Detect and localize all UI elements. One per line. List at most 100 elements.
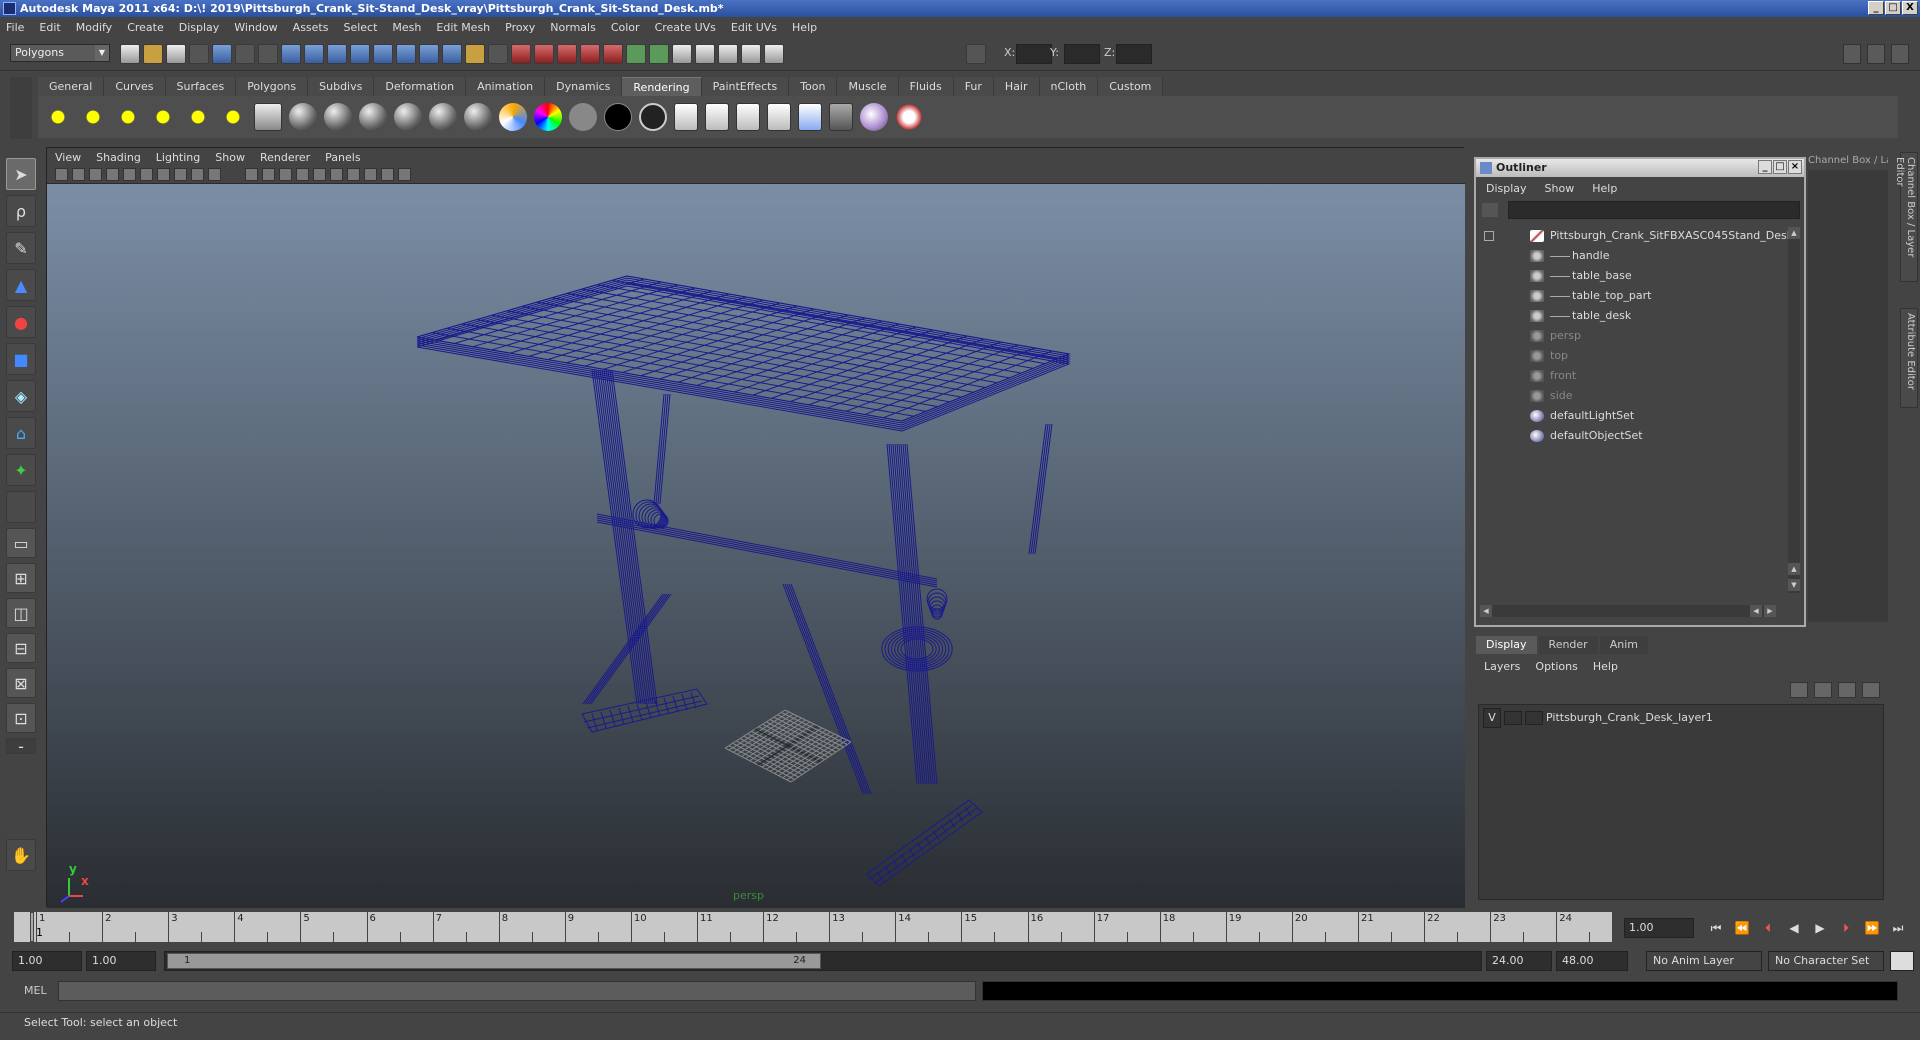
paint-brush-icon[interactable] bbox=[895, 103, 923, 131]
tab-channel-box[interactable]: Channel Box / Layer Editor bbox=[1894, 152, 1918, 282]
surface-mask-icon[interactable] bbox=[350, 44, 370, 64]
show-channel-box-icon[interactable] bbox=[1891, 44, 1909, 64]
anisotropic-icon[interactable] bbox=[464, 103, 492, 131]
select-tool-icon[interactable]: ➤ bbox=[6, 158, 36, 190]
step-back-frame-icon[interactable]: ⏴ bbox=[1758, 920, 1778, 936]
x-field[interactable] bbox=[1016, 44, 1052, 64]
menu-select[interactable]: Select bbox=[343, 21, 377, 34]
outliner-maximize-button[interactable]: □ bbox=[1773, 160, 1787, 174]
select-object-icon[interactable] bbox=[212, 44, 232, 64]
layered-shader-icon[interactable] bbox=[499, 103, 527, 131]
menu-edit[interactable]: Edit bbox=[39, 21, 60, 34]
desk-wireframe[interactable] bbox=[47, 184, 1465, 908]
viewport-menu-show[interactable]: Show bbox=[215, 151, 245, 164]
render-frame-icon[interactable] bbox=[718, 44, 738, 64]
maya-hand-icon[interactable]: ✋ bbox=[6, 839, 36, 871]
minimize-button[interactable]: _ bbox=[1868, 1, 1884, 15]
show-attribute-editor-icon[interactable] bbox=[1843, 44, 1861, 64]
area-light-icon[interactable] bbox=[184, 103, 212, 131]
dynamic-mask-icon[interactable] bbox=[396, 44, 416, 64]
highlight-icon[interactable] bbox=[488, 44, 508, 64]
z-field[interactable] bbox=[1116, 44, 1152, 64]
menu-edit-uvs[interactable]: Edit UVs bbox=[731, 21, 777, 34]
outliner-item[interactable]: handle bbox=[1530, 247, 1610, 265]
tab-general[interactable]: General bbox=[38, 77, 105, 96]
maximize-button[interactable]: □ bbox=[1885, 1, 1901, 15]
collapse-icon[interactable] bbox=[1484, 231, 1494, 241]
sphere-icon[interactable] bbox=[289, 103, 317, 131]
shading-map-icon[interactable] bbox=[569, 103, 597, 131]
save-scene-icon[interactable] bbox=[166, 44, 186, 64]
open-scene-icon[interactable] bbox=[143, 44, 163, 64]
tab-fur[interactable]: Fur bbox=[953, 77, 994, 96]
tab-muscle[interactable]: Muscle bbox=[837, 77, 899, 96]
toolbox-more-icon[interactable]: - bbox=[6, 737, 36, 756]
layer-visibility-toggle[interactable]: V bbox=[1483, 708, 1501, 728]
lasso-tool-icon[interactable]: ρ bbox=[6, 195, 36, 227]
outliner-close-button[interactable]: × bbox=[1788, 160, 1802, 174]
render-settings-icon[interactable] bbox=[764, 44, 784, 64]
menu-create-uvs[interactable]: Create UVs bbox=[655, 21, 716, 34]
viewport-menu-lighting[interactable]: Lighting bbox=[156, 151, 200, 164]
layer-tab-render[interactable]: Render bbox=[1538, 636, 1598, 654]
outliner-titlebar[interactable]: Outliner _ □ × bbox=[1476, 159, 1804, 177]
gate-mask-icon[interactable] bbox=[174, 168, 187, 181]
scroll-up-icon[interactable]: ▲ bbox=[1788, 227, 1800, 239]
tab-rendering[interactable]: Rendering bbox=[622, 77, 702, 96]
smooth-shade-icon[interactable] bbox=[279, 168, 292, 181]
joint-mask-icon[interactable] bbox=[304, 44, 324, 64]
tab-subdivs[interactable]: Subdivs bbox=[308, 77, 375, 96]
last-tool-icon[interactable] bbox=[6, 491, 36, 523]
playback-end-field[interactable]: 24.00 bbox=[1486, 951, 1552, 971]
misc-mask-icon[interactable] bbox=[442, 44, 462, 64]
tab-toon[interactable]: Toon bbox=[789, 77, 838, 96]
layer-tab-display[interactable]: Display bbox=[1476, 636, 1537, 654]
bookmarks-icon[interactable] bbox=[89, 168, 102, 181]
hypershade-icon[interactable] bbox=[674, 103, 698, 131]
scroll-up-icon[interactable]: ▲ bbox=[1788, 563, 1800, 575]
menu-set-dropdown[interactable]: Polygons ▼ bbox=[10, 44, 110, 62]
persp-trax-layout-icon[interactable]: ⊡ bbox=[6, 703, 36, 733]
directional-light-icon[interactable] bbox=[79, 103, 107, 131]
tab-custom[interactable]: Custom bbox=[1098, 77, 1164, 96]
outliner-item[interactable]: defaultObjectSet bbox=[1530, 427, 1643, 445]
safe-title-icon[interactable] bbox=[245, 168, 258, 181]
four-pane-layout-icon[interactable]: ⊞ bbox=[6, 563, 36, 593]
resolution-gate-icon[interactable] bbox=[157, 168, 170, 181]
new-scene-icon[interactable] bbox=[120, 44, 140, 64]
menu-edit-mesh[interactable]: Edit Mesh bbox=[436, 21, 490, 34]
paint-select-icon[interactable]: ✎ bbox=[6, 232, 36, 264]
scroll-left-icon[interactable]: ◀ bbox=[1750, 605, 1762, 617]
mel-input[interactable] bbox=[58, 981, 976, 1001]
range-thumb[interactable]: 1 24 bbox=[167, 953, 821, 969]
outliner-menu-show[interactable]: Show bbox=[1545, 182, 1575, 195]
menu-window[interactable]: Window bbox=[234, 21, 277, 34]
filter-icon[interactable] bbox=[258, 44, 278, 64]
new-layer-selected-icon[interactable] bbox=[1862, 682, 1880, 698]
step-forward-frame-icon[interactable]: ⏵ bbox=[1836, 920, 1856, 936]
play-backwards-icon[interactable]: ◀ bbox=[1784, 920, 1804, 936]
persp-graph-layout-icon[interactable]: ⊟ bbox=[6, 633, 36, 663]
layer-type-toggle[interactable] bbox=[1525, 711, 1543, 725]
new-layer-icon[interactable] bbox=[1838, 682, 1856, 698]
render-view-icon[interactable] bbox=[705, 103, 729, 131]
menu-assets[interactable]: Assets bbox=[293, 21, 329, 34]
time-slider[interactable]: 1 2 3 4 5 6 7 8 9 10 11 12 13 14 15 16 17 18 19 20 21 22 23 24 … bbox=[14, 912, 1612, 942]
point-light-icon[interactable] bbox=[114, 103, 142, 131]
render-mask-icon[interactable] bbox=[419, 44, 439, 64]
construction-history-icon[interactable] bbox=[672, 44, 692, 64]
default-material-icon[interactable] bbox=[296, 168, 309, 181]
tab-animation[interactable]: Animation bbox=[466, 77, 546, 96]
viewport-menu-view[interactable]: View bbox=[55, 151, 81, 164]
outliner-item[interactable]: table_desk bbox=[1530, 307, 1631, 325]
outliner-minimize-button[interactable]: _ bbox=[1758, 160, 1772, 174]
paint-effects-icon[interactable] bbox=[860, 103, 888, 131]
viewport-menu-shading[interactable]: Shading bbox=[96, 151, 141, 164]
menu-create[interactable]: Create bbox=[127, 21, 164, 34]
single-pane-layout-icon[interactable]: ▭ bbox=[6, 528, 36, 558]
render-settings-icon[interactable] bbox=[736, 103, 760, 131]
range-bar[interactable]: 1 24 bbox=[164, 951, 1482, 971]
lock-icon[interactable] bbox=[465, 44, 485, 64]
menu-file[interactable]: File bbox=[6, 21, 24, 34]
y-field[interactable] bbox=[1064, 44, 1100, 64]
